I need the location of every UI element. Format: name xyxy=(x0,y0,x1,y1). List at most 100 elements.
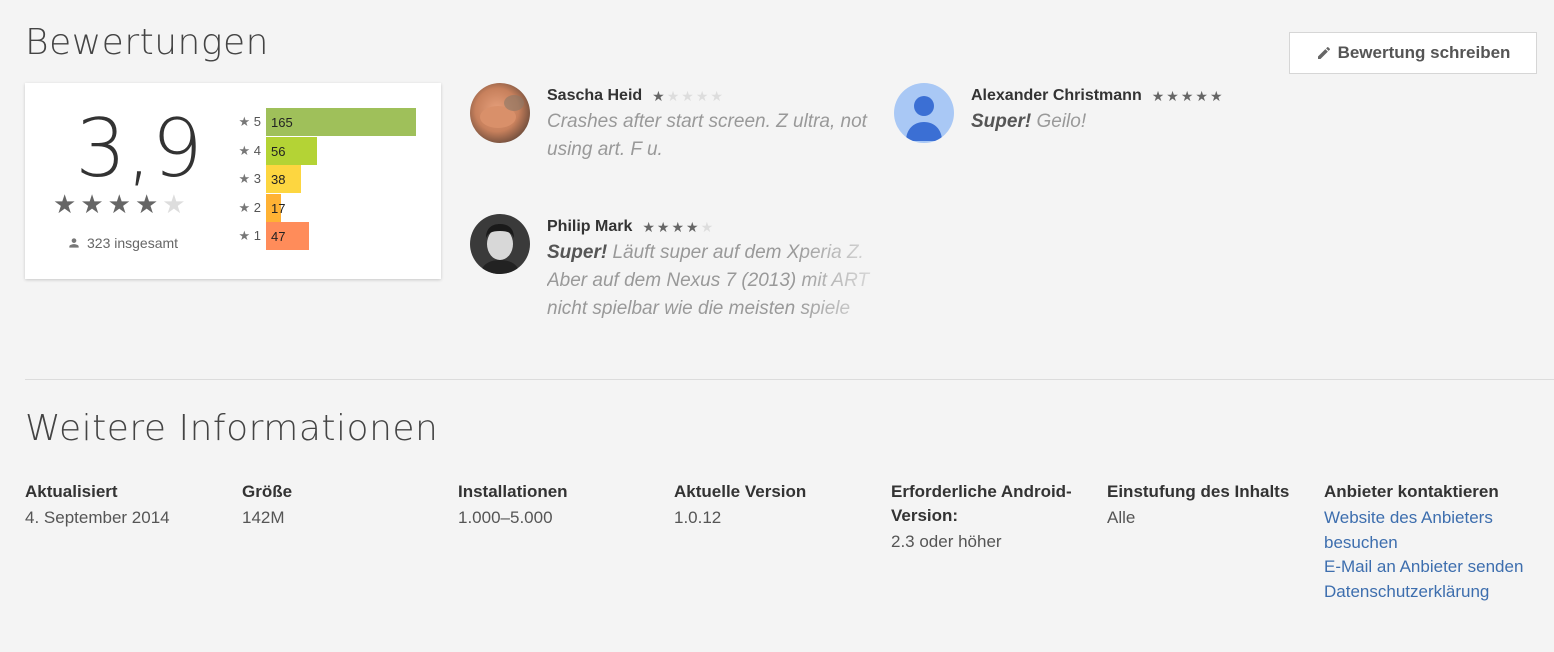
star-icon: ★ xyxy=(656,218,672,235)
developer-email-link[interactable]: E-Mail an Anbieter senden xyxy=(1324,555,1534,580)
pencil-icon xyxy=(1317,46,1330,59)
avatar xyxy=(470,214,530,274)
developer-website-link[interactable]: Website des Anbieters besuchen xyxy=(1324,506,1534,555)
info-label: Anbieter kontaktieren xyxy=(1324,482,1499,501)
review-stars: ★★★★★ xyxy=(1152,88,1225,105)
avatar xyxy=(894,83,954,143)
review-item: Sascha Heid ★★★★★ Crashes after start sc… xyxy=(470,83,880,164)
star-icon: ★ xyxy=(710,87,725,104)
star-icon: ★ xyxy=(1151,87,1167,104)
histogram-row: ★ 5 165 xyxy=(231,108,416,136)
histogram-count: 56 xyxy=(271,143,286,159)
average-stars: ★ ★ ★ ★ ★ xyxy=(53,191,186,217)
histogram-star-label: ★ 1 xyxy=(231,228,266,244)
reviewer-name: Alexander Christmann xyxy=(971,87,1142,104)
info-label: Größe xyxy=(242,482,293,501)
histogram-count: 47 xyxy=(271,229,286,245)
star-icon: ★ xyxy=(695,87,711,104)
histogram-bar: 38 xyxy=(266,165,301,194)
star-icon: ★ xyxy=(1209,87,1225,104)
info-value: 2.3 oder höher xyxy=(891,532,1002,551)
histogram-bar: 165 xyxy=(266,108,416,136)
review-stars: ★★★★★ xyxy=(652,88,725,105)
info-value: Alle xyxy=(1107,508,1136,527)
info-value: 1.000–5.000 xyxy=(458,508,553,527)
histogram-bar: 56 xyxy=(266,136,317,165)
review-text: Super! Läuft super auf dem Xperia Z. Abe… xyxy=(547,239,877,323)
total-ratings-label: 323 insgesamt xyxy=(87,235,179,251)
info-content-rating: Einstufung des Inhalts Alle xyxy=(1107,480,1307,530)
star-icon: ★ xyxy=(700,218,716,235)
star-icon: ★ xyxy=(134,189,159,219)
average-rating: 3,9 xyxy=(75,102,203,195)
histogram-count: 17 xyxy=(271,200,286,216)
info-updated: Aktualisiert 4. September 2014 xyxy=(25,480,225,530)
histogram-count: 165 xyxy=(271,115,293,130)
histogram-row: ★ 2 17 xyxy=(231,193,285,222)
histogram-row: ★ 3 38 xyxy=(231,165,301,194)
info-android: Erforderliche Android-Version: 2.3 oder … xyxy=(891,480,1076,554)
star-level: 1 xyxy=(253,228,261,244)
person-icon xyxy=(69,238,79,248)
info-value: 1.0.12 xyxy=(674,508,722,527)
info-label: Erforderliche Android-Version: xyxy=(891,482,1072,525)
star-level: 4 xyxy=(253,142,261,158)
histogram-row: ★ 4 56 xyxy=(231,136,317,165)
rating-summary-card: 3,9 ★ ★ ★ ★ ★ 323 insgesamt ★ 5 165 ★ 4 56 ★ 3 38… xyxy=(25,83,441,279)
review-headline: Super! xyxy=(971,111,1032,132)
star-icon: ★ xyxy=(238,171,254,187)
star-icon: ★ xyxy=(686,218,701,235)
histogram-star-label: ★ 2 xyxy=(231,200,266,216)
review-headline: Super! xyxy=(547,242,608,263)
reviewer-name: Sascha Heid xyxy=(547,87,643,104)
star-icon: ★ xyxy=(53,189,77,219)
info-label: Aktuelle Version xyxy=(674,482,807,501)
star-icon: ★ xyxy=(80,189,104,219)
info-label: Installationen xyxy=(458,482,568,501)
star-level: 3 xyxy=(253,171,261,187)
reviews-title: Bewertungen xyxy=(25,22,269,63)
star-icon: ★ xyxy=(162,189,186,219)
info-contact: Anbieter kontaktieren Website des Anbiet… xyxy=(1324,480,1534,604)
review-body: Crashes after start screen. Z ultra, not… xyxy=(547,111,867,160)
star-icon: ★ xyxy=(1195,87,1210,104)
star-icon: ★ xyxy=(107,189,131,219)
star-icon: ★ xyxy=(642,218,657,235)
star-icon: ★ xyxy=(666,87,682,104)
info-label: Aktualisiert xyxy=(25,482,118,501)
star-icon: ★ xyxy=(238,228,254,244)
star-icon: ★ xyxy=(681,87,696,104)
total-ratings: 323 insgesamt xyxy=(67,235,178,251)
star-icon: ★ xyxy=(238,199,254,215)
info-size: Größe 142M xyxy=(242,480,442,530)
histogram-row: ★ 1 47 xyxy=(231,222,309,251)
privacy-policy-link[interactable]: Datenschutzerklärung xyxy=(1324,580,1534,605)
review-item: Alexander Christmann ★★★★★ Super! Geilo! xyxy=(894,83,1294,143)
write-review-button[interactable]: Bewertung schreiben xyxy=(1289,32,1537,74)
info-value: 4. September 2014 xyxy=(25,508,170,527)
star-icon: ★ xyxy=(671,218,687,235)
info-value: 142M xyxy=(242,508,285,527)
write-review-label: Bewertung schreiben xyxy=(1337,43,1511,62)
review-body: Geilo! xyxy=(1036,111,1087,132)
star-icon: ★ xyxy=(1166,87,1181,104)
star-level: 2 xyxy=(253,199,261,215)
histogram-star-label: ★ 5 xyxy=(231,114,266,130)
reviewer-name: Philip Mark xyxy=(547,218,633,235)
review-stars: ★★★★★ xyxy=(642,219,715,236)
star-icon: ★ xyxy=(1180,87,1196,104)
info-label: Einstufung des Inhalts xyxy=(1107,482,1290,501)
histogram-bar: 17 xyxy=(266,193,285,222)
section-divider xyxy=(25,379,1554,380)
star-icon: ★ xyxy=(652,87,667,104)
info-installs: Installationen 1.000–5.000 xyxy=(458,480,658,530)
histogram-star-label: ★ 4 xyxy=(231,143,266,159)
info-title: Weitere Informationen xyxy=(25,408,439,449)
histogram-bar: 47 xyxy=(266,222,309,251)
review-text: Super! Geilo! xyxy=(971,108,1225,136)
avatar xyxy=(470,83,530,143)
star-icon: ★ xyxy=(238,114,254,129)
histogram-count: 38 xyxy=(271,172,286,188)
histogram-star-label: ★ 3 xyxy=(231,171,266,187)
star-icon: ★ xyxy=(238,142,254,158)
